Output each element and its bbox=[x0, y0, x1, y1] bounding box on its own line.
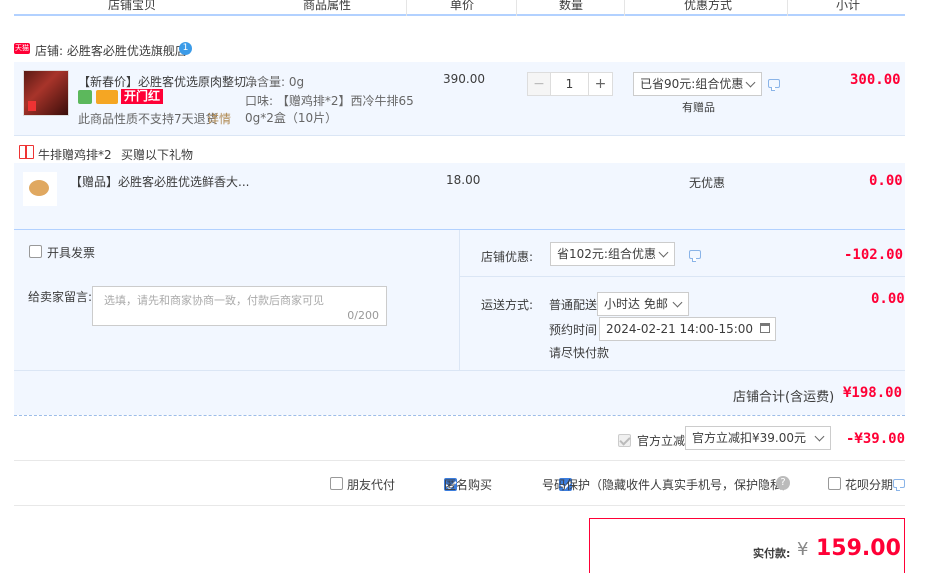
reserve-label: 预约时间 bbox=[549, 323, 598, 337]
gift-subtotal: 0.00 bbox=[869, 173, 903, 189]
huabei-checkbox[interactable] bbox=[828, 477, 841, 490]
gift-icon bbox=[19, 145, 34, 159]
return-detail-link[interactable]: 详情 bbox=[207, 110, 231, 127]
shop-discount-select[interactable]: 省102元:组合优惠 bbox=[550, 242, 675, 266]
col-qty: 数量 bbox=[559, 0, 584, 12]
friend-pay-label: 朋友代付 bbox=[347, 478, 396, 492]
gift-group-label: 牛排赠鸡排*2 bbox=[38, 148, 112, 162]
gift-price: 18.00 bbox=[446, 173, 481, 187]
friend-pay-checkbox[interactable] bbox=[330, 477, 343, 490]
promo-tag: 开门红 bbox=[121, 89, 164, 104]
shop-total-label: 店铺合计(含运费) bbox=[733, 390, 835, 405]
message-input[interactable]: 选填，请先和商家协商一致，付款后商家可见 0/200 bbox=[92, 286, 387, 326]
item-flavor: 口味: 【赠鸡排*2】西冷牛排65 bbox=[245, 94, 414, 108]
huabei-info-icon[interactable] bbox=[893, 479, 905, 491]
chevron-down-icon bbox=[814, 431, 825, 442]
pay-amount: 159.00 bbox=[816, 536, 901, 561]
item-unit-price: 390.00 bbox=[443, 72, 485, 86]
shop-name[interactable]: 店铺: 必胜客必胜优选旗舰店 bbox=[35, 42, 187, 59]
pay-currency: ¥ bbox=[797, 539, 809, 560]
anonymous-label: 匿名购买 bbox=[444, 478, 493, 492]
qty-input[interactable]: 1 bbox=[551, 72, 588, 96]
shipping-select[interactable]: 小时达 免邮 bbox=[597, 292, 689, 316]
col-shop-item: 店铺宝贝 bbox=[108, 0, 157, 12]
has-gift-label: 有赠品 bbox=[682, 101, 715, 114]
item-title[interactable]: 【新春价】必胜客优选原肉整切... bbox=[78, 73, 257, 90]
invoice-label: 开具发票 bbox=[47, 246, 96, 260]
item-thumbnail[interactable] bbox=[23, 70, 69, 116]
item-return-note: 此商品性质不支持7天退货 bbox=[78, 112, 218, 126]
message-label: 给卖家留言: bbox=[28, 290, 93, 304]
service-icon bbox=[78, 90, 92, 104]
official-discount-amount: -¥39.00 bbox=[846, 431, 906, 447]
qty-minus-button[interactable]: − bbox=[527, 72, 551, 96]
message-counter: 0/200 bbox=[347, 309, 379, 322]
chevron-down-icon bbox=[658, 247, 669, 258]
shipping-label: 运送方式: bbox=[481, 298, 534, 312]
col-subtotal: 小计 bbox=[836, 0, 861, 12]
item-subtotal: 300.00 bbox=[850, 72, 901, 88]
item-net-weight: 净含量: 0g bbox=[245, 75, 305, 89]
chevron-down-icon bbox=[672, 297, 683, 308]
tmall-badge: 天猫 bbox=[14, 43, 30, 54]
official-discount-checkbox[interactable] bbox=[618, 434, 631, 447]
shop-discount-label: 店铺优惠: bbox=[481, 250, 534, 264]
col-promo: 优惠方式 bbox=[684, 0, 733, 12]
message-placeholder: 选填，请先和商家协商一致，付款后商家可见 bbox=[104, 294, 324, 307]
item-flavor-cont: 0g*2盒（10片） bbox=[245, 111, 338, 125]
col-unit-price: 单价 bbox=[450, 0, 475, 12]
pay-label: 实付款: bbox=[753, 547, 791, 560]
shop-total-amount: ¥198.00 bbox=[843, 385, 903, 401]
shop-discount-amount: -102.00 bbox=[844, 247, 904, 263]
invoice-checkbox[interactable] bbox=[29, 245, 42, 258]
reserve-time-input[interactable]: 2024-02-21 14:00-15:00 bbox=[599, 317, 776, 341]
official-discount-select[interactable]: 官方立减扣¥39.00元 bbox=[685, 426, 831, 450]
help-icon[interactable]: ? bbox=[776, 476, 790, 490]
column-header: 店铺宝贝 商品属性 单价 数量 优惠方式 小计 bbox=[14, 0, 905, 16]
chevron-down-icon bbox=[745, 77, 756, 88]
item-promo-select[interactable]: 已省90元:组合优惠 bbox=[633, 72, 762, 96]
wangwang-chat-icon[interactable]: 1 bbox=[179, 42, 192, 55]
discount-info-icon[interactable] bbox=[689, 250, 701, 262]
official-discount-label: 官方立减 bbox=[637, 434, 686, 448]
checkout-page: 店铺宝贝 商品属性 单价 数量 优惠方式 小计 天猫 店铺: 必胜客必胜优选旗舰… bbox=[0, 0, 934, 573]
col-attrs: 商品属性 bbox=[303, 0, 352, 12]
shipping-method: 普通配送 bbox=[549, 298, 598, 312]
calendar-icon bbox=[760, 323, 770, 333]
qty-plus-button[interactable]: + bbox=[588, 72, 613, 96]
number-protect-label: 号码保护（隐藏收件人真实手机号，保护隐私） bbox=[542, 478, 795, 492]
gift-group-sub: 买赠以下礼物 bbox=[121, 148, 194, 162]
shipping-amount: 0.00 bbox=[871, 291, 905, 307]
card-icon bbox=[96, 90, 118, 104]
pay-hint: 请尽快付款 bbox=[549, 346, 610, 360]
gift-promo: 无优惠 bbox=[689, 176, 726, 190]
promo-info-icon[interactable] bbox=[768, 79, 780, 91]
gift-thumbnail[interactable] bbox=[23, 172, 57, 206]
huabei-label: 花呗分期 bbox=[845, 478, 894, 492]
gift-title[interactable]: 【赠品】必胜客必胜优选鲜香大... bbox=[70, 173, 249, 190]
